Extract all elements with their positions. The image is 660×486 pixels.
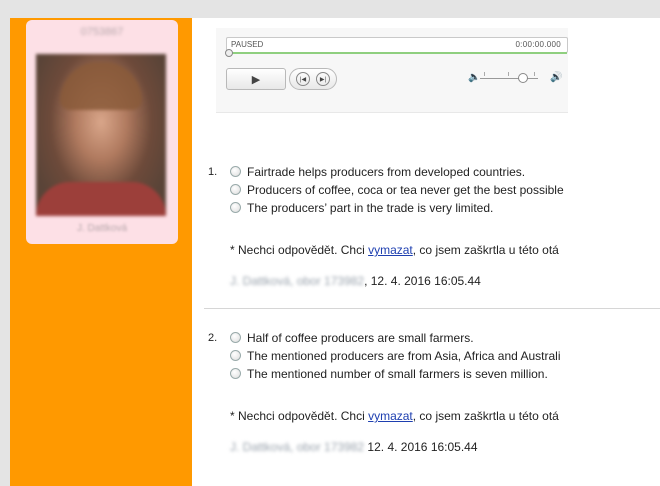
decline-note: * Nechci odpovědět. Chci vymazat, co jse… [230, 243, 559, 257]
progress-track[interactable]: PAUSED 0:00:00.000 [225, 37, 568, 57]
option-label: Producers of coffee, coca or tea never g… [247, 183, 564, 197]
clear-answer-link[interactable]: vymazat [368, 243, 413, 257]
page-frame: 0753867 J. Dattková PAUSED 0:00:00.000 ▶… [10, 18, 660, 486]
volume-mute-icon[interactable]: 🔈 [468, 72, 480, 83]
volume-tick [508, 72, 509, 76]
volume-slider[interactable] [480, 72, 538, 79]
volume-max-icon[interactable]: 🔊 [550, 72, 562, 83]
decline-note: * Nechci odpovědět. Chci vymazat, co jse… [230, 409, 559, 423]
player-state: PAUSED [231, 40, 264, 49]
volume-knob[interactable] [518, 73, 528, 83]
answer-meta: J. Dattková, obor 173982, 12. 4. 2016 16… [230, 274, 481, 288]
profile-card: 0753867 J. Dattková [26, 20, 178, 244]
question-number: 1. [208, 166, 218, 178]
play-icon: ▶ [251, 73, 261, 86]
option-label: The producers’ part in the trade is very… [247, 201, 494, 215]
question-number: 2. [208, 332, 218, 344]
meta-timestamp: , 12. 4. 2016 16:05.44 [364, 274, 481, 288]
progress-knob[interactable] [225, 49, 233, 57]
profile-photo [36, 54, 166, 216]
radio-button[interactable] [230, 332, 241, 343]
skip-forward-icon[interactable]: ▶| [316, 72, 330, 86]
option-1b[interactable]: Producers of coffee, coca or tea never g… [230, 182, 564, 198]
player-time: 0:00:00.000 [515, 40, 561, 49]
option-label: The mentioned producers are from Asia, A… [247, 349, 561, 363]
question-separator [204, 308, 660, 309]
option-label: Half of coffee producers are small farme… [247, 331, 474, 345]
volume-tick [484, 72, 485, 76]
photo-shirt [36, 182, 166, 216]
volume-tick [534, 72, 535, 76]
option-2c[interactable]: The mentioned number of small farmers is… [230, 366, 548, 382]
skip-buttons: |◀ ▶| [289, 68, 337, 90]
radio-button[interactable] [230, 184, 241, 195]
audio-player: PAUSED 0:00:00.000 ▶ |◀ ▶| 🔈 🔊 [216, 28, 568, 113]
meta-timestamp: 12. 4. 2016 16:05.44 [364, 440, 478, 454]
option-1a[interactable]: Fairtrade helps producers from developed… [230, 164, 525, 180]
progress-bar [227, 52, 567, 54]
radio-button[interactable] [230, 368, 241, 379]
skip-back-icon[interactable]: |◀ [296, 72, 310, 86]
option-label: Fairtrade helps producers from developed… [247, 165, 526, 179]
radio-button[interactable] [230, 166, 241, 177]
sidebar: 0753867 J. Dattková [10, 18, 192, 486]
option-2b[interactable]: The mentioned producers are from Asia, A… [230, 348, 561, 364]
photo-hair [60, 62, 142, 110]
note-suffix: , co jsem zaškrtla u této otá [412, 409, 559, 423]
clear-answer-link[interactable]: vymazat [368, 409, 413, 423]
note-prefix: * Nechci odpovědět. Chci [230, 243, 369, 257]
profile-subtitle: J. Dattková [76, 223, 128, 234]
meta-author: J. Dattková, obor 173982 [230, 440, 365, 454]
radio-button[interactable] [230, 202, 241, 213]
meta-author: J. Dattková, obor 173982 [230, 274, 365, 288]
option-label: The mentioned number of small farmers is… [247, 367, 548, 381]
note-prefix: * Nechci odpovědět. Chci [230, 409, 369, 423]
option-2a[interactable]: Half of coffee producers are small farme… [230, 330, 474, 346]
play-button[interactable]: ▶ [226, 68, 286, 90]
note-suffix: , co jsem zaškrtla u této otá [412, 243, 559, 257]
radio-button[interactable] [230, 350, 241, 361]
answer-meta: J. Dattková, obor 173982 12. 4. 2016 16:… [230, 440, 478, 454]
profile-name: 0753867 [80, 26, 124, 38]
option-1c[interactable]: The producers’ part in the trade is very… [230, 200, 493, 216]
